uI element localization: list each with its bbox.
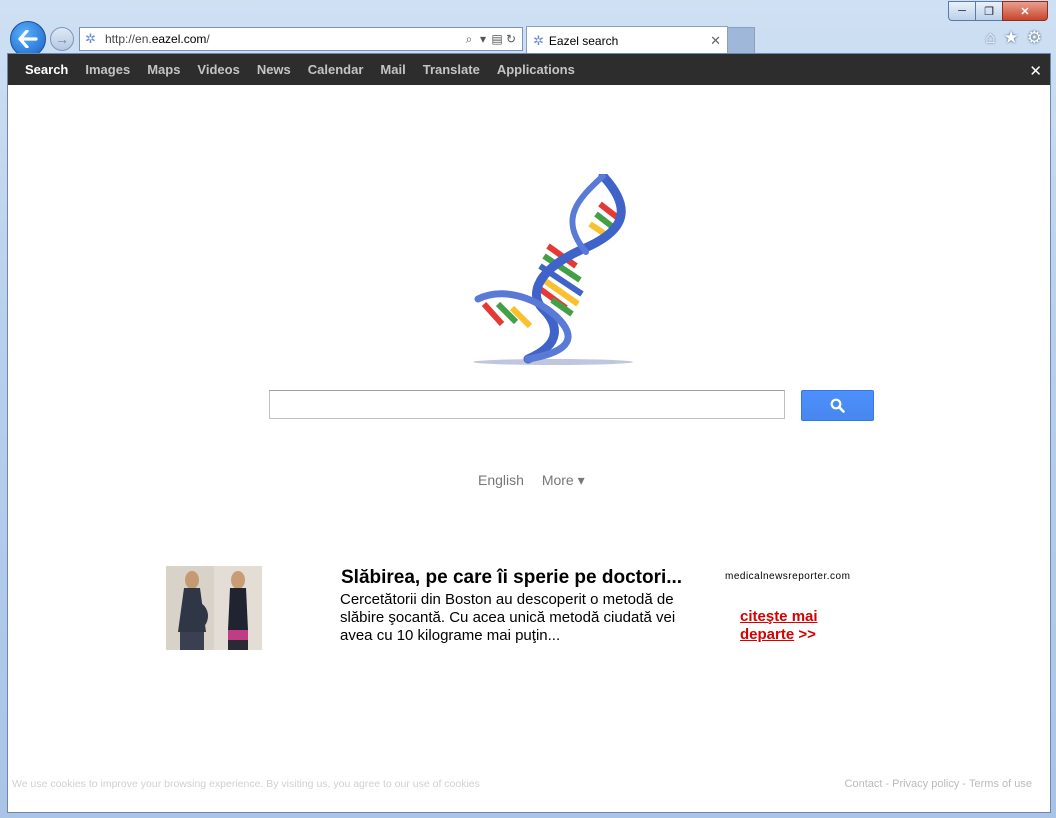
magnifier-icon	[830, 398, 845, 413]
nav-item-applications[interactable]: Applications	[490, 62, 582, 77]
nav-item-maps[interactable]: Maps	[140, 62, 187, 77]
back-arrow-icon	[18, 30, 38, 48]
nav-item-videos[interactable]: Videos	[190, 62, 246, 77]
url-domain: eazel.com	[151, 32, 207, 46]
search-address-icon[interactable]: ⌕	[462, 32, 476, 47]
favorites-icon[interactable]: ★	[1004, 28, 1019, 48]
logo-shadow	[473, 359, 633, 365]
browser-toolbar-icons: ⌂ ★ ⚙	[985, 28, 1042, 48]
dropdown-chevron-icon[interactable]: ▾	[476, 32, 490, 46]
close-button[interactable]: ✕	[1002, 1, 1048, 21]
new-tab-button[interactable]	[727, 27, 755, 55]
tab-title: Eazel search	[548, 33, 619, 48]
cookie-notice: We use cookies to improve your browsing …	[12, 778, 480, 790]
tab-eazel-search[interactable]: ✲ Eazel search ✕	[526, 26, 728, 54]
tab-close-icon[interactable]: ✕	[710, 33, 721, 49]
home-icon[interactable]: ⌂	[985, 28, 995, 48]
ad-image[interactable]	[166, 566, 262, 650]
window-controls: ─ ❐ ✕	[948, 1, 1048, 21]
ad-read-more-link[interactable]: citeşte mai departe >>	[740, 608, 860, 644]
site-favicon-icon: ✲	[85, 31, 96, 46]
nav-item-translate[interactable]: Translate	[416, 62, 487, 77]
page-viewport: Search Images Maps Videos News Calendar …	[7, 53, 1051, 813]
footer-separator: -	[962, 778, 967, 790]
ad-body: Cercetătorii din Boston au descoperit o …	[340, 591, 676, 644]
search-button[interactable]	[801, 390, 874, 421]
footer-links: Contact - Privacy policy - Terms of use	[845, 778, 1032, 790]
footer-contact-link[interactable]: Contact	[845, 778, 883, 790]
refresh-icon[interactable]: ↻	[504, 32, 518, 46]
nav-item-calendar[interactable]: Calendar	[301, 62, 371, 77]
search-input[interactable]	[269, 390, 785, 419]
nav-item-mail[interactable]: Mail	[373, 62, 412, 77]
nav-item-search[interactable]: Search	[18, 62, 75, 77]
address-bar[interactable]: ✲ http://en.eazel.com/ ⌕ ▾ ▤ ↻	[79, 27, 523, 51]
maximize-button[interactable]: ❐	[975, 1, 1003, 21]
ad-title[interactable]: Slăbirea, pe care îi sperie pe doctori..…	[341, 567, 682, 589]
back-button[interactable]	[10, 21, 46, 57]
compatibility-view-icon[interactable]: ▤	[490, 32, 504, 46]
ad-link-suffix: >>	[794, 626, 816, 643]
tab-favicon-icon: ✲	[533, 32, 544, 48]
top-nav-bar: Search Images Maps Videos News Calendar …	[8, 54, 1050, 85]
browser-window: ─ ❐ ✕ → ✲ http://en.eazel.com/ ⌕ ▾ ▤ ↻ ✲…	[0, 0, 1056, 818]
address-url[interactable]: http://en.eazel.com/	[105, 32, 462, 46]
language-selector: English More ▾	[478, 472, 599, 489]
dna-logo-icon	[473, 174, 633, 365]
footer-terms-link[interactable]: Terms of use	[969, 778, 1032, 790]
nav-item-news[interactable]: News	[250, 62, 298, 77]
ad-source[interactable]: medicalnewsreporter.com	[725, 571, 850, 582]
language-english[interactable]: English	[478, 472, 524, 488]
footer-separator: -	[885, 778, 890, 790]
minimize-button[interactable]: ─	[948, 1, 976, 21]
footer-privacy-link[interactable]: Privacy policy	[892, 778, 959, 790]
language-more[interactable]: More ▾	[542, 472, 585, 488]
before-after-photo	[166, 566, 262, 650]
forward-button[interactable]: →	[50, 27, 74, 51]
nav-item-images[interactable]: Images	[78, 62, 137, 77]
forward-arrow-icon: →	[55, 31, 69, 47]
tools-icon[interactable]: ⚙	[1027, 28, 1042, 48]
nav-close-icon[interactable]: ✕	[1029, 62, 1042, 80]
url-suffix: /	[206, 32, 210, 46]
url-prefix: http://en.	[105, 32, 152, 46]
